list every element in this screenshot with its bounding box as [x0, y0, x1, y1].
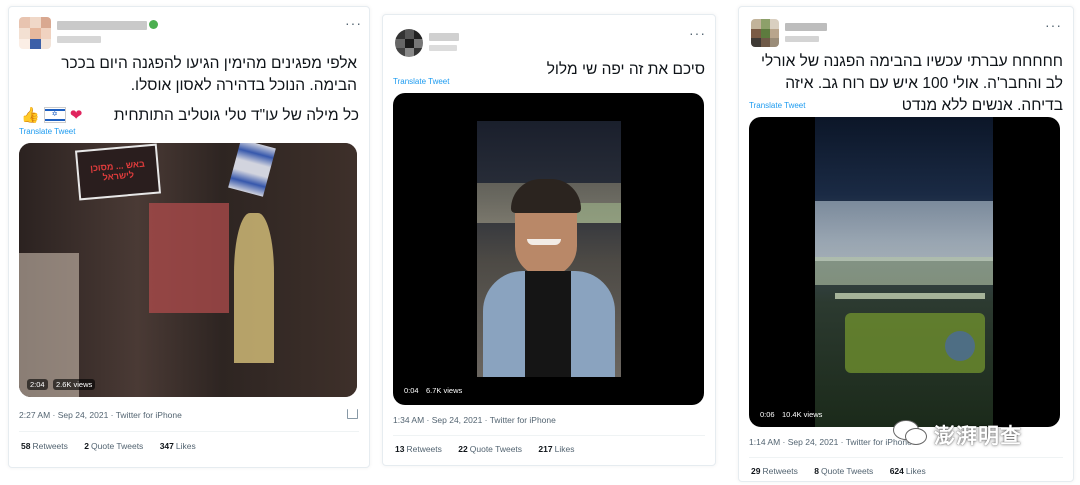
- video-frame: [477, 121, 621, 377]
- translate-tweet-link[interactable]: Translate Tweet: [749, 101, 805, 110]
- display-name-redacted: [785, 23, 827, 31]
- quote-tweets-stat[interactable]: 8 Quote Tweets: [814, 466, 873, 476]
- video-views-badge: 10.4K views: [782, 410, 823, 419]
- handle-redacted: [57, 36, 101, 43]
- more-icon[interactable]: ···: [1045, 17, 1062, 33]
- tweet-timestamp[interactable]: 1:14 AM · Sep 24, 2021 · Twitter for iPh…: [749, 437, 912, 447]
- tweet-card-3: ··· חחחחח עברתי עכשיו בהבימה הפגנה של או…: [738, 6, 1074, 482]
- more-icon[interactable]: ···: [345, 15, 362, 31]
- tweet-video[interactable]: 0:04 6.7K views: [393, 93, 704, 405]
- thumbs-up-icon: 👍: [21, 107, 40, 124]
- video-duration-badge: 0:04: [404, 386, 419, 395]
- likes-stat[interactable]: 624 Likes: [890, 466, 926, 476]
- video-frame: [815, 117, 993, 427]
- wechat-logo-icon: [893, 420, 929, 446]
- more-icon[interactable]: ···: [689, 25, 706, 41]
- tweet-stats: 29 Retweets 8 Quote Tweets 624 Likes: [751, 466, 940, 476]
- quote-tweets-stat[interactable]: 22 Quote Tweets: [458, 444, 522, 454]
- tweet-timestamp[interactable]: 2:27 AM · Sep 24, 2021 · Twitter for iPh…: [19, 410, 182, 420]
- tweet-stats: 58 Retweets 2 Quote Tweets 347 Likes: [21, 441, 210, 451]
- heart-icon: ❤: [69, 107, 83, 124]
- share-icon[interactable]: [347, 409, 358, 419]
- translate-tweet-link[interactable]: Translate Tweet: [19, 127, 75, 136]
- avatar[interactable]: [751, 19, 779, 47]
- retweets-stat[interactable]: 29 Retweets: [751, 466, 798, 476]
- tweet-text-line-2: 👍 ✡ ❤ כל מילה של עו"ד טלי גוטליב התותחית: [21, 107, 359, 124]
- video-duration-badge: 2:04: [27, 379, 48, 390]
- quote-tweets-stat[interactable]: 2 Quote Tweets: [84, 441, 143, 451]
- retweets-stat[interactable]: 58 Retweets: [21, 441, 68, 451]
- israel-flag-icon: ✡: [43, 107, 66, 123]
- tweet-stats: 13 Retweets 22 Quote Tweets 217 Likes: [395, 444, 588, 454]
- protest-sign: באש ... מסוכן לישראל: [74, 143, 162, 201]
- tweet-video[interactable]: 0:06 10.4K views: [749, 117, 1060, 427]
- avatar[interactable]: [19, 17, 51, 49]
- tweet-card-2: ··· סיכם את זה יפה שי מלול Translate Twe…: [382, 14, 716, 466]
- handle-redacted: [429, 45, 457, 51]
- video-views-badge: 2.6K views: [53, 379, 96, 390]
- tweet-timestamp[interactable]: 1:34 AM · Sep 24, 2021 · Twitter for iPh…: [393, 415, 556, 425]
- video-duration-badge: 0:06: [760, 410, 775, 419]
- watermark-text: 澎湃明查: [934, 425, 1022, 448]
- display-name-redacted: [429, 33, 459, 41]
- likes-stat[interactable]: 217 Likes: [538, 444, 574, 454]
- handle-redacted: [785, 36, 819, 42]
- likes-stat[interactable]: 347 Likes: [160, 441, 196, 451]
- verified-icon: [149, 20, 158, 29]
- tweet-card-1: ··· אלפי מפגינים מהימין הגיעו להפגנה היו…: [8, 6, 370, 468]
- video-views-badge: 6.7K views: [426, 386, 463, 395]
- display-name-redacted: [57, 21, 147, 30]
- tweet-video[interactable]: באש ... מסוכן לישראל 2:04 2.6K views: [19, 143, 357, 397]
- tweet-text: אלפי מפגינים מהימין הגיעו להפגנה היום בכ…: [61, 55, 357, 94]
- translate-tweet-link[interactable]: Translate Tweet: [393, 77, 449, 86]
- retweets-stat[interactable]: 13 Retweets: [395, 444, 442, 454]
- avatar[interactable]: [395, 29, 423, 57]
